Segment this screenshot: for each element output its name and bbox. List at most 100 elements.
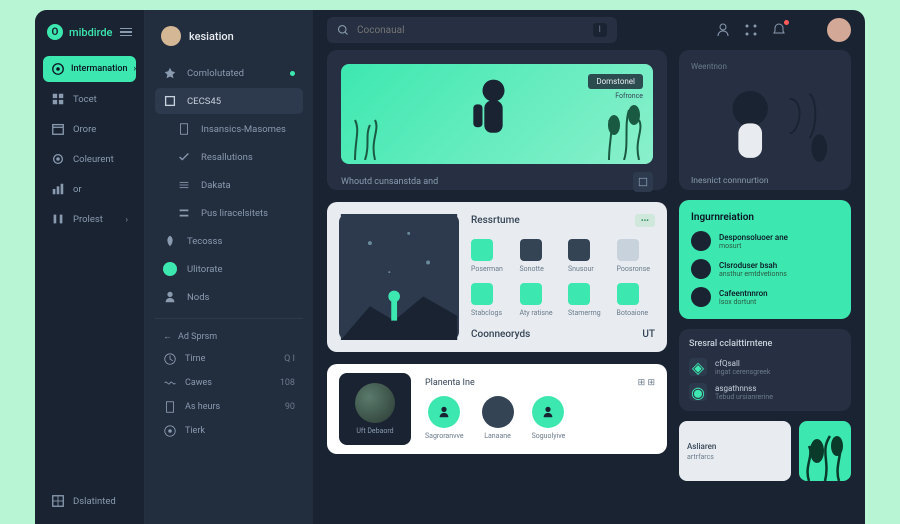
nav-item-or[interactable]: or: [43, 176, 136, 202]
chevron-right-icon: ›: [126, 215, 128, 224]
nav-label: Orore: [73, 124, 96, 135]
resource-tiles: Poserman Sonotte Snusour Poosronse Stabc…: [471, 239, 655, 317]
nav-item-dslatinted[interactable]: Dslatinted: [43, 488, 136, 514]
circle-icon: [163, 262, 177, 276]
stat-label: Tirne: [185, 354, 205, 364]
brand-logo[interactable]: O mibdirde: [43, 20, 136, 44]
nav-active-label: Intermanation: [71, 64, 128, 74]
menu-toggle-icon[interactable]: [120, 28, 132, 37]
chart-icon: [51, 182, 65, 196]
tree-label: Comlolutated: [187, 68, 244, 79]
user-avatar: [161, 26, 181, 46]
planet-actions[interactable]: ⊞ ⊞: [638, 378, 655, 388]
tile[interactable]: Snusour: [568, 239, 607, 273]
nav-label: Dslatinted: [73, 496, 116, 507]
leaf-icon: [163, 234, 177, 248]
clock-icon: [163, 352, 177, 366]
apps-icon[interactable]: [743, 22, 759, 38]
tile[interactable]: Poosronse: [617, 239, 656, 273]
info-row[interactable]: Desponsoluoer anemosurt: [691, 231, 839, 251]
tree-item-ulitorate[interactable]: Ulitorate: [155, 256, 303, 282]
stat-label: Cawes: [185, 378, 212, 388]
tree-item-tecosss[interactable]: Tecosss: [155, 228, 303, 254]
doc-icon: [177, 122, 191, 136]
avatar-item[interactable]: Soguolyive: [532, 396, 566, 440]
tile[interactable]: Sonotte: [520, 239, 559, 273]
tree-item-comlolutated[interactable]: Comlolutated: [155, 60, 303, 86]
tile[interactable]: Stamerrng: [568, 283, 607, 317]
tile[interactable]: Stabclogs: [471, 283, 510, 317]
hero-tag: Domstonel: [588, 74, 643, 89]
calendar-icon: [51, 122, 65, 136]
user-name: kesiation: [189, 30, 234, 43]
hero-illustration: Domstonel Fofronce: [341, 64, 653, 164]
tile[interactable]: Poserman: [471, 239, 510, 273]
hero-footer-text: Whoutd cunsanstda and: [341, 177, 438, 187]
box-icon: [163, 94, 177, 108]
rc1-foot: Inesnict connnurtion: [691, 176, 839, 186]
profile-avatar[interactable]: [827, 18, 851, 42]
stat-value: 108: [280, 378, 295, 388]
stat-value: 90: [285, 402, 295, 412]
link-row[interactable]: ◉asgathnnssTebud ursianrerine: [689, 383, 841, 401]
search-field[interactable]: I: [327, 17, 617, 43]
hero-expand-button[interactable]: [633, 172, 653, 192]
info-card: Ingurnreiation Desponsoluoer anemosurt C…: [679, 200, 851, 319]
user-header[interactable]: kesiation: [155, 22, 303, 50]
nav-label: Prolest: [73, 214, 103, 225]
links-title: Sresral cclaittirntene: [689, 339, 841, 349]
status-dot: [290, 71, 295, 76]
search-input[interactable]: [357, 25, 585, 36]
nav-item-coleurent[interactable]: Coleurent: [43, 146, 136, 172]
nav-icon-1[interactable]: [715, 22, 731, 38]
resources-footer-right: UT: [642, 329, 655, 340]
resources-footer-left: Coonneoryds: [471, 329, 530, 340]
tree-item-pus[interactable]: Pus liracelsitets: [155, 200, 303, 226]
nav-active-pill[interactable]: Intermanation ›: [43, 56, 136, 82]
nav-item-prolest[interactable]: Prolest ›: [43, 206, 136, 232]
bottom-cards: Asliaren artrfarcs: [679, 421, 851, 481]
link-icon: ◈: [689, 358, 707, 376]
avatar-item[interactable]: Sagroranvve: [425, 396, 464, 440]
bell-icon[interactable]: [771, 22, 787, 38]
nav-item-tocet[interactable]: Tocet: [43, 86, 136, 112]
menu-icon: [177, 206, 191, 220]
nav-label: or: [73, 184, 82, 195]
info-row[interactable]: Cafeentnnronlsox dortunt: [691, 287, 839, 307]
tree-item-dakata[interactable]: Dakata: [155, 172, 303, 198]
hero-card: Domstonel Fofronce Whoutd cunsanstda and: [327, 50, 667, 190]
mini-card-b[interactable]: [799, 421, 851, 481]
bars-icon: [51, 212, 65, 226]
links-card: Sresral cclaittirntene ◈cfQsallingat cer…: [679, 329, 851, 411]
stat-row-tierk[interactable]: Tierk: [155, 420, 303, 442]
resources-illustration: [339, 214, 459, 340]
check-icon: [177, 150, 191, 164]
tree-item-insansics[interactable]: Insansics-Masomes: [155, 116, 303, 142]
info-title: Ingurnreiation: [691, 212, 839, 223]
link-row[interactable]: ◈cfQsallingat cerensgreek: [689, 358, 841, 376]
spark-icon: [163, 66, 177, 80]
link-icon: ◉: [689, 383, 707, 401]
planet-card: Uft Debaord Planenta Ine ⊞ ⊞ Sagroranvve…: [327, 364, 667, 454]
tree-label: Tecosss: [187, 236, 222, 247]
nav-item-orore[interactable]: Orore: [43, 116, 136, 142]
stat-value: Q I: [284, 354, 295, 364]
tree-item-resallutions[interactable]: Resallutions: [155, 144, 303, 170]
moon-icon[interactable]: [799, 22, 815, 38]
stat-row-cawes[interactable]: Cawes 108: [155, 372, 303, 394]
avatar-item[interactable]: Lanaane: [482, 396, 514, 440]
stat-row-hours[interactable]: As heurs 90: [155, 396, 303, 418]
target-icon: [51, 62, 65, 76]
nav-label: Tocet: [73, 94, 97, 105]
tree-item-nods[interactable]: Nods: [155, 284, 303, 310]
info-row[interactable]: Clsroduser bsahansthur emtdvetionns: [691, 259, 839, 279]
stat-row-time[interactable]: Tirne Q I: [155, 348, 303, 370]
tree-label: Ulitorate: [187, 264, 223, 275]
tile[interactable]: Aty ratisne: [520, 283, 559, 317]
mini-card-a[interactable]: Asliaren artrfarcs: [679, 421, 791, 481]
nav-label: Coleurent: [73, 154, 114, 165]
tile[interactable]: Botoaione: [617, 283, 656, 317]
gear-icon: [51, 152, 65, 166]
tree-item-cecs45[interactable]: CECS45: [155, 88, 303, 114]
stat-label: As heurs: [185, 402, 220, 412]
